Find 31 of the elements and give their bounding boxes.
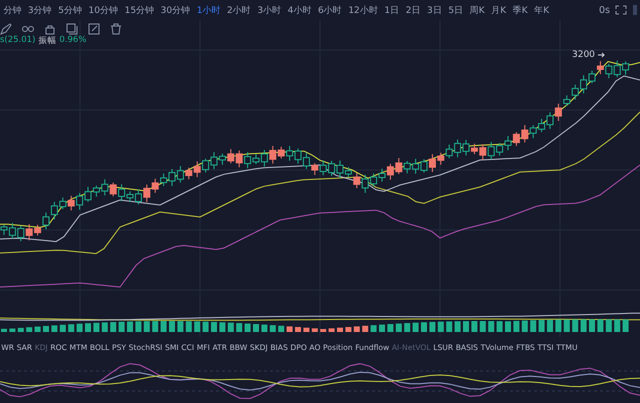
timeframe-tab[interactable]: 2日 [402, 4, 424, 16]
timeframe-tab[interactable]: 5日 [445, 4, 466, 16]
timeframe-tab[interactable]: 2小时 [224, 4, 254, 16]
status-text: 0s [599, 4, 610, 16]
timeframe-tab[interactable]: 季K [509, 4, 531, 16]
price-marker: 3200 [572, 50, 595, 60]
copy-icon[interactable] [66, 23, 78, 35]
arrow-icon [598, 52, 606, 58]
timeframe-tab[interactable]: 3小时 [254, 4, 284, 16]
timeframe-tab[interactable]: 6小时 [314, 4, 346, 16]
timeframe-tab[interactable]: 30分钟 [157, 4, 194, 16]
timeframe-tab[interactable]: 15分钟 [121, 4, 158, 16]
timeframe-tab[interactable]: 周K [466, 4, 488, 16]
amplitude-value: 0.96% [59, 35, 86, 47]
timeframe-tab[interactable]: 3分钟 [24, 4, 55, 16]
pencil-icon[interactable] [0, 23, 12, 35]
timeframe-tab[interactable]: 12小时 [345, 4, 382, 16]
trash-icon[interactable] [110, 23, 122, 35]
timeframe-tab[interactable]: 5分钟 [54, 4, 86, 16]
timeframe-tab[interactable]: 1日 [381, 4, 402, 16]
timeframe-tab[interactable]: 分钟 [0, 4, 25, 16]
amplitude-label: 振幅 [38, 35, 56, 47]
timeframe-tab[interactable]: 月K [488, 4, 510, 16]
timeframe-tab[interactable]: 10分钟 [85, 4, 122, 16]
timeframe-tab[interactable]: 1小时 [193, 4, 224, 16]
timeframe-tab[interactable]: 年K [530, 4, 552, 16]
fullscreen-icon[interactable] [615, 5, 627, 15]
ma-value: s(25.01) [0, 35, 36, 47]
edit-icon[interactable] [88, 23, 100, 35]
timeframe-tab[interactable]: 4小时 [284, 4, 315, 16]
timeframe-tab[interactable]: 3日 [424, 4, 446, 16]
